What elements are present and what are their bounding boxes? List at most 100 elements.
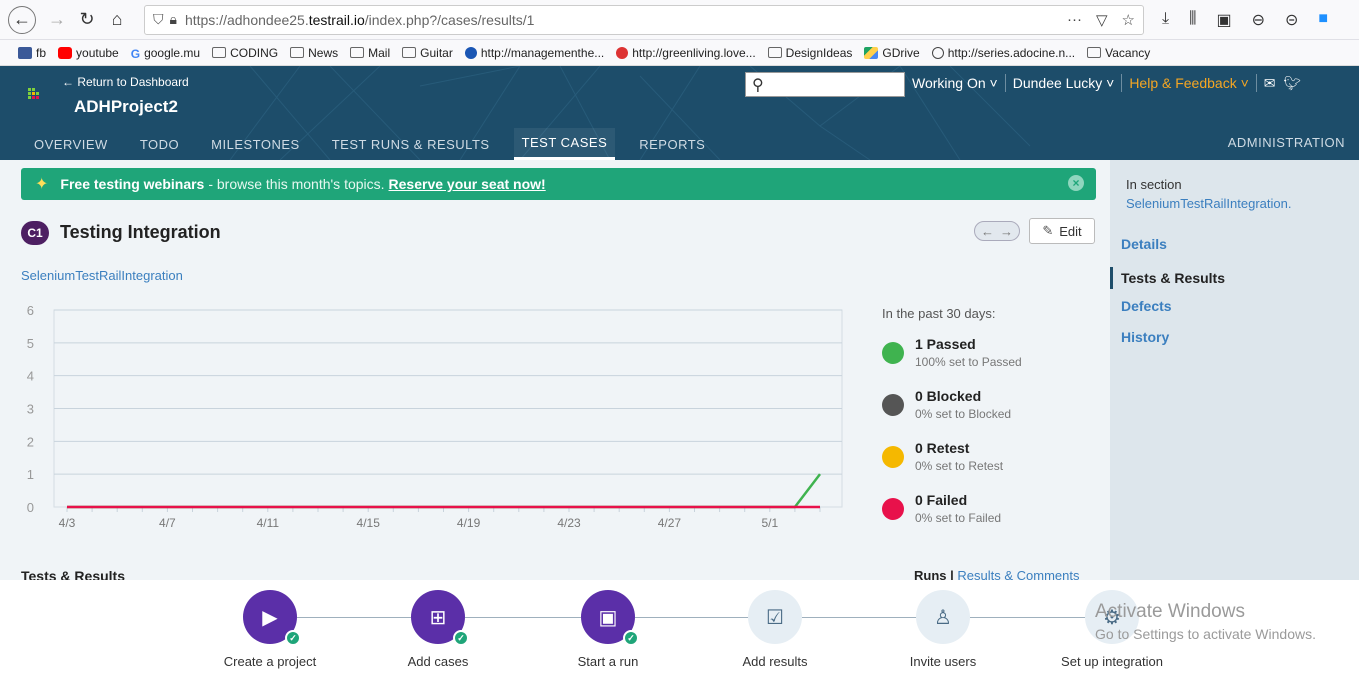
bookmark-item[interactable]: News xyxy=(290,46,338,60)
bookmark-label: CODING xyxy=(230,45,279,60)
onboarding-step-label: Invite users xyxy=(909,654,977,669)
sidebar-item-details[interactable]: Details xyxy=(1121,236,1167,256)
pencil-icon: ✎ xyxy=(1042,223,1054,238)
tab-administration[interactable]: ADMINISTRATION xyxy=(1228,135,1345,150)
account-icon[interactable]: ⊝ xyxy=(1285,10,1298,30)
y-tick-label: 4 xyxy=(27,369,34,384)
bookmark-item[interactable]: CODING xyxy=(212,46,278,60)
mail-icon[interactable]: ✉ xyxy=(1264,75,1276,92)
browser-toolbar: ← → ↻ ⌂ ⛉ 🔒︎ https://adhondee25. testrail… xyxy=(0,0,1359,40)
bookmark-item[interactable]: DesignIdeas xyxy=(767,46,852,60)
onboarding-step[interactable]: ⊞ ✓ Add cases xyxy=(358,590,518,669)
edit-button[interactable]: ✎ Edit xyxy=(1029,218,1095,244)
status-dot xyxy=(882,394,904,416)
bookmark-item[interactable]: Vacancy xyxy=(1087,46,1150,60)
onboarding-step[interactable]: ▶ ✓ Create a project xyxy=(190,590,350,669)
sidebar-item-history[interactable]: History xyxy=(1121,329,1169,349)
home-icon[interactable]: ⌂ xyxy=(102,5,132,35)
pocket-icon[interactable]: ▽ xyxy=(1096,11,1108,29)
next-arrow-icon[interactable]: → xyxy=(1000,224,1013,239)
case-navigation[interactable]: ← → xyxy=(974,221,1020,241)
folder-icon xyxy=(402,47,417,58)
working-on-dropdown[interactable]: Working On ˅ xyxy=(912,75,998,91)
bookmark-label: http://series.adocine.n... xyxy=(947,45,1076,60)
twitter-icon[interactable]: 🐦︎ xyxy=(1284,75,1302,92)
runs-label[interactable]: Runs xyxy=(914,568,947,580)
bookmark-item[interactable]: http://series.adocine.n... xyxy=(931,45,1076,60)
bookmark-item[interactable]: fb xyxy=(18,46,46,60)
bookmark-label: http://greenliving.love... xyxy=(632,45,756,60)
banner-link[interactable]: Reserve your seat now! xyxy=(389,176,546,192)
legend-count: 0 Failed xyxy=(915,492,968,508)
url-prefix: https://adhondee25. xyxy=(184,11,309,28)
section-breadcrumb[interactable]: SeleniumTestRailIntegration xyxy=(21,268,183,283)
y-tick-label: 2 xyxy=(27,434,34,449)
extension-icon[interactable]: ⊖ xyxy=(1252,10,1265,30)
bookmark-item[interactable]: Mail xyxy=(350,46,390,60)
check-icon: ✓ xyxy=(623,630,639,646)
tab-milestones[interactable]: MILESTONES xyxy=(211,128,300,160)
back-arrow-icon[interactable]: ← xyxy=(8,5,36,34)
bookmark-item[interactable]: youtube xyxy=(58,46,119,60)
onboarding-step[interactable]: ▣ ✓ Start a run xyxy=(528,590,688,669)
megaphone-icon: ✦ xyxy=(35,176,49,193)
bookmark-label: GDrive xyxy=(882,45,920,60)
user-dropdown[interactable]: Dundee Lucky ˅ xyxy=(1013,75,1115,91)
bookmark-label: google.mu xyxy=(144,45,201,60)
invite-icon: ♙ xyxy=(916,590,970,644)
onboarding-step-label: Set up integration xyxy=(1061,654,1163,669)
bookmark-item[interactable]: Ggoogle.mu xyxy=(130,45,201,61)
forward-arrow-icon[interactable]: → xyxy=(42,5,72,35)
search-input[interactable]: ⚲ xyxy=(745,72,905,97)
add-cases-icon: ⊞ ✓ xyxy=(411,590,469,646)
tab-reports[interactable]: REPORTS xyxy=(639,128,705,160)
bookmarks-bar: fb youtube Ggoogle.mu CODING News Mail Guitar h… xyxy=(0,40,1359,66)
project-icon: ▶ ✓ xyxy=(243,590,301,646)
status-dot xyxy=(882,446,904,468)
bookmark-star-icon[interactable]: ☆ xyxy=(1122,11,1135,29)
sidebar-item-defects[interactable]: Defects xyxy=(1121,298,1172,318)
reload-icon[interactable]: ↻ xyxy=(72,5,102,35)
onboarding-step[interactable]: ☑ Add results xyxy=(695,590,855,669)
onboarding-step-label: Add cases xyxy=(407,654,469,669)
g-icon: G xyxy=(130,46,141,61)
more-actions-icon[interactable]: ··· xyxy=(1067,11,1082,29)
legend-count: 1 Passed xyxy=(915,336,976,352)
blue-icon xyxy=(464,46,477,59)
tab-todo[interactable]: TODO xyxy=(140,128,179,160)
sidebar-toggle-icon[interactable]: ▣ xyxy=(1216,10,1231,30)
legend-count: 0 Blocked xyxy=(915,388,982,404)
testrail-logo-icon[interactable] xyxy=(28,88,42,102)
bookmark-item[interactable]: Guitar xyxy=(402,46,453,60)
sidebar-item-tests-results[interactable]: Tests & Results xyxy=(1110,267,1225,289)
bookmark-item[interactable]: http://greenliving.love... xyxy=(616,45,756,60)
tab-overview[interactable]: OVERVIEW xyxy=(34,128,108,160)
tab-test-runs-results[interactable]: TEST RUNS & RESULTS xyxy=(332,128,490,160)
legend-percent: 0% set to Retest xyxy=(915,459,1004,473)
bookmark-item[interactable]: GDrive xyxy=(864,45,920,60)
return-to-dashboard-link[interactable]: ← Return to Dashboard xyxy=(62,75,189,89)
x-tick-label: 4/23 xyxy=(557,516,581,530)
close-icon[interactable]: × xyxy=(1068,175,1084,191)
fb-icon xyxy=(18,46,32,59)
bookmark-item[interactable]: http://managementhe... xyxy=(464,46,604,60)
activate-windows-subtitle: Go to Settings to activate Windows. xyxy=(1095,626,1316,642)
x-tick-label: 4/19 xyxy=(457,516,481,530)
sidebar-section-link[interactable]: SeleniumTestRailIntegration. xyxy=(1126,196,1291,211)
library-icon[interactable]: ⫼ xyxy=(1189,10,1196,30)
download-icon[interactable]: ⤓ xyxy=(1162,10,1169,30)
address-bar[interactable]: ⛉ 🔒︎ https://adhondee25. testrail.io/inde… xyxy=(144,4,1144,35)
tab-test-cases[interactable]: TEST CASES xyxy=(513,128,616,160)
results-comments-link[interactable]: Results & Comments xyxy=(957,568,1079,580)
onboarding-step-label: Start a run xyxy=(577,654,639,669)
previous-arrow-icon[interactable]: ← xyxy=(981,224,994,239)
zoom-icon[interactable]: ■ xyxy=(1318,10,1328,30)
onboarding-step[interactable]: ♙ Invite users xyxy=(863,590,1023,669)
bookmark-label: News xyxy=(308,45,339,60)
shield-icon: ⛉ xyxy=(153,11,164,27)
bookmark-label: Guitar xyxy=(420,45,453,60)
legend-item: 0 Retest 0% set to Retest xyxy=(882,440,1082,480)
help-feedback-dropdown[interactable]: Help & Feedback ˅ xyxy=(1129,75,1248,91)
legend-count: 0 Retest xyxy=(915,440,970,456)
project-name[interactable]: ADHProject2 xyxy=(74,97,178,117)
